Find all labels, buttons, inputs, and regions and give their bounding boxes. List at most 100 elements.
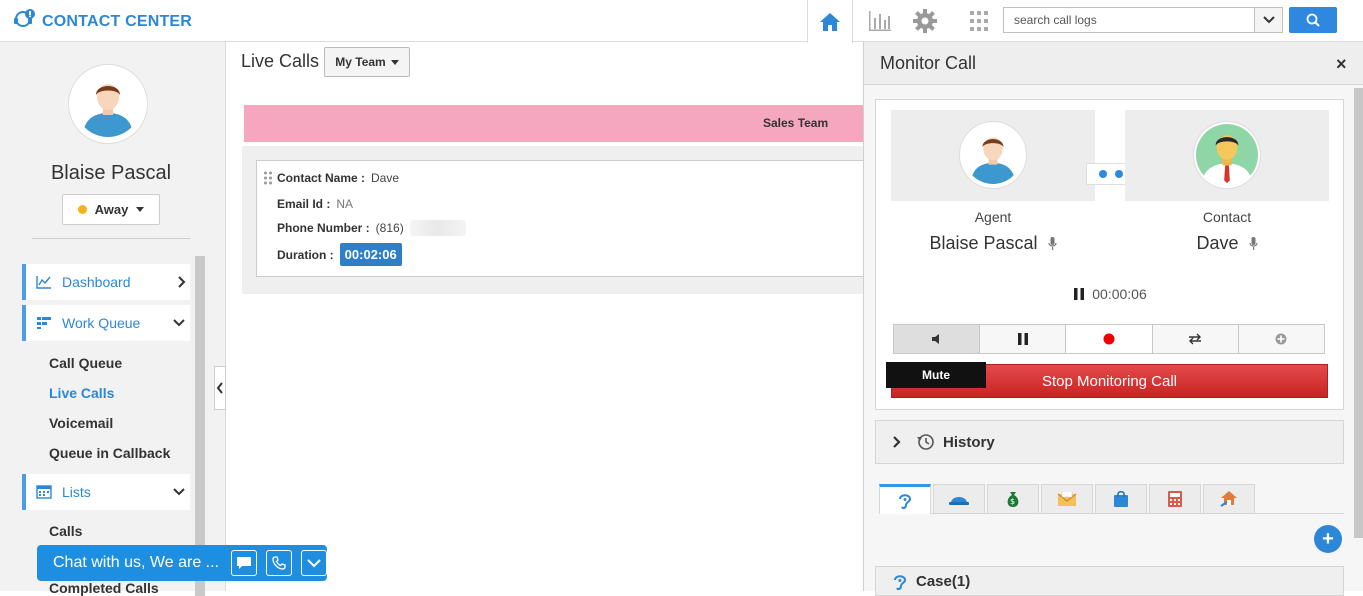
- nav-live-calls[interactable]: Live Calls: [49, 385, 114, 401]
- close-icon[interactable]: ×: [1336, 54, 1347, 75]
- transfer-button[interactable]: [1152, 325, 1239, 353]
- plus-circle-icon: [1275, 333, 1287, 345]
- tab-calculator[interactable]: [1149, 484, 1201, 513]
- tab-property[interactable]: [1203, 484, 1255, 513]
- call-timer: 00:00:06: [876, 286, 1345, 302]
- svg-text:$: $: [1010, 497, 1015, 506]
- nav-dashboard[interactable]: Dashboard: [22, 264, 190, 300]
- question-ear-icon: [894, 575, 907, 591]
- search-box: [1003, 7, 1283, 33]
- microphone-icon: [1047, 237, 1057, 250]
- hold-button[interactable]: [980, 325, 1067, 353]
- tab-cases[interactable]: [879, 484, 931, 514]
- agent-name-row: Blaise Pascal: [891, 233, 1095, 254]
- caret-down-icon: [136, 207, 145, 212]
- home-tab[interactable]: [807, 0, 853, 43]
- nav-completed-calls[interactable]: Completed Calls: [49, 580, 159, 596]
- chat-widget[interactable]: Chat with us, We are ...: [37, 545, 328, 581]
- tab-orders[interactable]: [1095, 484, 1147, 513]
- nav-work-queue[interactable]: Work Queue: [22, 305, 190, 341]
- brand-name: CONTACT CENTER: [42, 12, 193, 30]
- search-dropdown[interactable]: [1254, 8, 1282, 32]
- history-section[interactable]: History: [875, 420, 1344, 464]
- phone-label: Phone Number :: [277, 221, 370, 235]
- helmet-icon: [949, 497, 969, 505]
- agent-avatar: [959, 121, 1027, 189]
- tab-services[interactable]: [933, 484, 985, 513]
- contact-name-label: Contact Name :: [277, 171, 366, 185]
- team-filter-dropdown[interactable]: My Team: [324, 47, 410, 77]
- apps-tab[interactable]: [952, 0, 1006, 42]
- history-icon: [917, 434, 934, 450]
- user-avatar[interactable]: [68, 64, 148, 144]
- chat-call-button[interactable]: [266, 550, 293, 576]
- case-section[interactable]: Case(1): [875, 566, 1344, 596]
- nav-voicemail[interactable]: Voicemail: [49, 415, 113, 431]
- dot-icon: [1099, 170, 1107, 178]
- dot-icon: [1115, 170, 1123, 178]
- line-chart-icon: [36, 276, 51, 289]
- nav-queue-in-callback[interactable]: Queue in Callback: [49, 445, 170, 461]
- contact-name-value: Dave: [371, 171, 400, 185]
- duration-row: Duration : 00:02:06: [277, 243, 402, 266]
- chat-message-button[interactable]: [231, 550, 258, 576]
- contact-role-label: Contact: [1202, 209, 1252, 225]
- case-label: Case(1): [916, 573, 971, 590]
- add-participant-button[interactable]: [1238, 325, 1325, 353]
- bar-chart-icon: [869, 11, 891, 31]
- chevron-down-icon: [173, 319, 185, 327]
- chevron-right-icon: [178, 276, 186, 288]
- chat-bubble-icon: [237, 557, 252, 569]
- live-call-card[interactable]: Contact Name : Dave Email Id : NA Phone …: [256, 160, 864, 277]
- nav-dashboard-label: Dashboard: [62, 274, 131, 290]
- calculator-icon: [1168, 491, 1182, 507]
- search-button[interactable]: [1289, 7, 1337, 33]
- drag-handle-icon[interactable]: [263, 171, 273, 190]
- monitor-title: Monitor Call: [880, 53, 977, 73]
- nav-calls[interactable]: Calls: [49, 523, 82, 539]
- history-label: History: [943, 433, 995, 451]
- phone-value: (816): [375, 221, 404, 235]
- tab-mail[interactable]: [1041, 484, 1093, 513]
- email-value: NA: [336, 197, 354, 211]
- nav-call-queue[interactable]: Call Queue: [49, 355, 122, 371]
- male-avatar-icon: [75, 71, 141, 137]
- team-header-bar: Sales Team: [244, 105, 864, 142]
- record-button[interactable]: [1066, 325, 1153, 353]
- team-filter-label: My Team: [335, 55, 386, 69]
- contact-name-row: Dave: [1125, 233, 1329, 254]
- question-ear-icon: [899, 493, 912, 509]
- status-dropdown[interactable]: Away: [62, 194, 160, 225]
- mute-tooltip: Mute: [886, 362, 986, 388]
- timer-value: 00:00:06: [1092, 286, 1147, 302]
- brand[interactable]: CONTACT CENTER: [12, 8, 192, 35]
- history-title: History: [917, 433, 995, 451]
- phone-icon: [272, 556, 286, 570]
- duration-label: Duration :: [277, 247, 334, 262]
- settings-tab[interactable]: [898, 0, 952, 42]
- chat-text: Chat with us, We are ...: [53, 554, 219, 571]
- call-participants-box: Agent Contact Blaise Pascal Dave 00:00:0…: [875, 99, 1344, 410]
- chevron-down-icon: [1262, 16, 1275, 24]
- monitor-header: Monitor Call ×: [864, 42, 1363, 85]
- duration-badge: 00:02:06: [339, 243, 402, 266]
- top-bar: CONTACT CENTER: [0, 0, 1363, 43]
- search-input[interactable]: [1004, 8, 1254, 32]
- contact-name-row: Contact Name : Dave: [277, 171, 399, 185]
- monitor-scrollbar[interactable]: [1354, 88, 1363, 538]
- nav-lists[interactable]: Lists: [22, 474, 190, 510]
- phone-redacted: [409, 220, 466, 236]
- call-controls: [893, 324, 1325, 354]
- crm-icon-tabs: $: [879, 484, 1344, 514]
- male-avatar-icon: [964, 126, 1022, 184]
- chat-minimize-button[interactable]: [301, 550, 328, 576]
- add-button[interactable]: +: [1314, 525, 1342, 553]
- chevron-down-icon: [307, 558, 321, 567]
- businessman-avatar-icon: [1196, 124, 1258, 186]
- headset-logo-icon: [12, 8, 36, 35]
- chevron-right-icon: [893, 436, 901, 448]
- user-name: Blaise Pascal: [50, 162, 172, 184]
- tab-finance[interactable]: $: [987, 484, 1039, 513]
- collapse-sidebar-button[interactable]: [214, 366, 226, 410]
- mute-button[interactable]: [894, 325, 981, 353]
